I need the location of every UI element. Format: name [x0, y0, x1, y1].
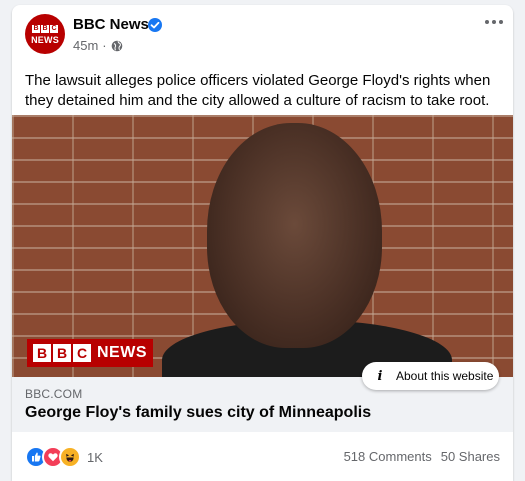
avatar-block: B: [41, 25, 49, 33]
page-avatar[interactable]: B B C NEWS: [25, 14, 65, 54]
logo-block: B: [53, 344, 71, 362]
post-header: B B C NEWS BBC News 45m ·: [12, 5, 513, 65]
comments-count-link[interactable]: 518 Comments: [344, 449, 432, 464]
page-name-link[interactable]: BBC News: [73, 16, 149, 33]
reactions-summary[interactable]: 1K: [25, 446, 103, 468]
info-icon: i: [377, 368, 383, 384]
avatar-word: NEWS: [31, 35, 59, 45]
post-meta: 45m ·: [73, 38, 123, 53]
avatar-logo-blocks: B B C: [32, 25, 58, 33]
logo-block: B: [33, 344, 51, 362]
haha-icon: [59, 446, 81, 468]
bbc-news-logo: B B C NEWS: [27, 339, 153, 367]
about-website-label: About this website: [396, 369, 494, 383]
post-timestamp[interactable]: 45m: [73, 38, 98, 53]
globe-icon: [111, 40, 123, 52]
person-portrait: [207, 123, 382, 348]
about-website-button[interactable]: i About this website: [362, 362, 499, 390]
more-options-icon[interactable]: [484, 17, 504, 27]
meta-separator: ·: [102, 38, 107, 53]
post-card: B B C NEWS BBC News 45m · The lawsuit al…: [12, 5, 513, 481]
link-title[interactable]: George Floy's family sues city of Minnea…: [25, 404, 371, 422]
logo-word: NEWS: [97, 344, 147, 361]
shares-count-link[interactable]: 50 Shares: [441, 449, 500, 464]
engagement-stats: 518 Comments 50 Shares: [344, 449, 500, 464]
logo-block: C: [73, 344, 91, 362]
link-domain: BBC.COM: [25, 387, 83, 401]
avatar-block: B: [32, 25, 40, 33]
post-footer: 1K 518 Comments 50 Shares: [12, 437, 513, 477]
verified-badge-icon: [148, 18, 162, 32]
post-image[interactable]: [12, 115, 513, 377]
post-caption: The lawsuit alleges police officers viol…: [25, 72, 491, 109]
avatar-block: C: [50, 25, 58, 33]
reaction-count: 1K: [87, 449, 103, 465]
